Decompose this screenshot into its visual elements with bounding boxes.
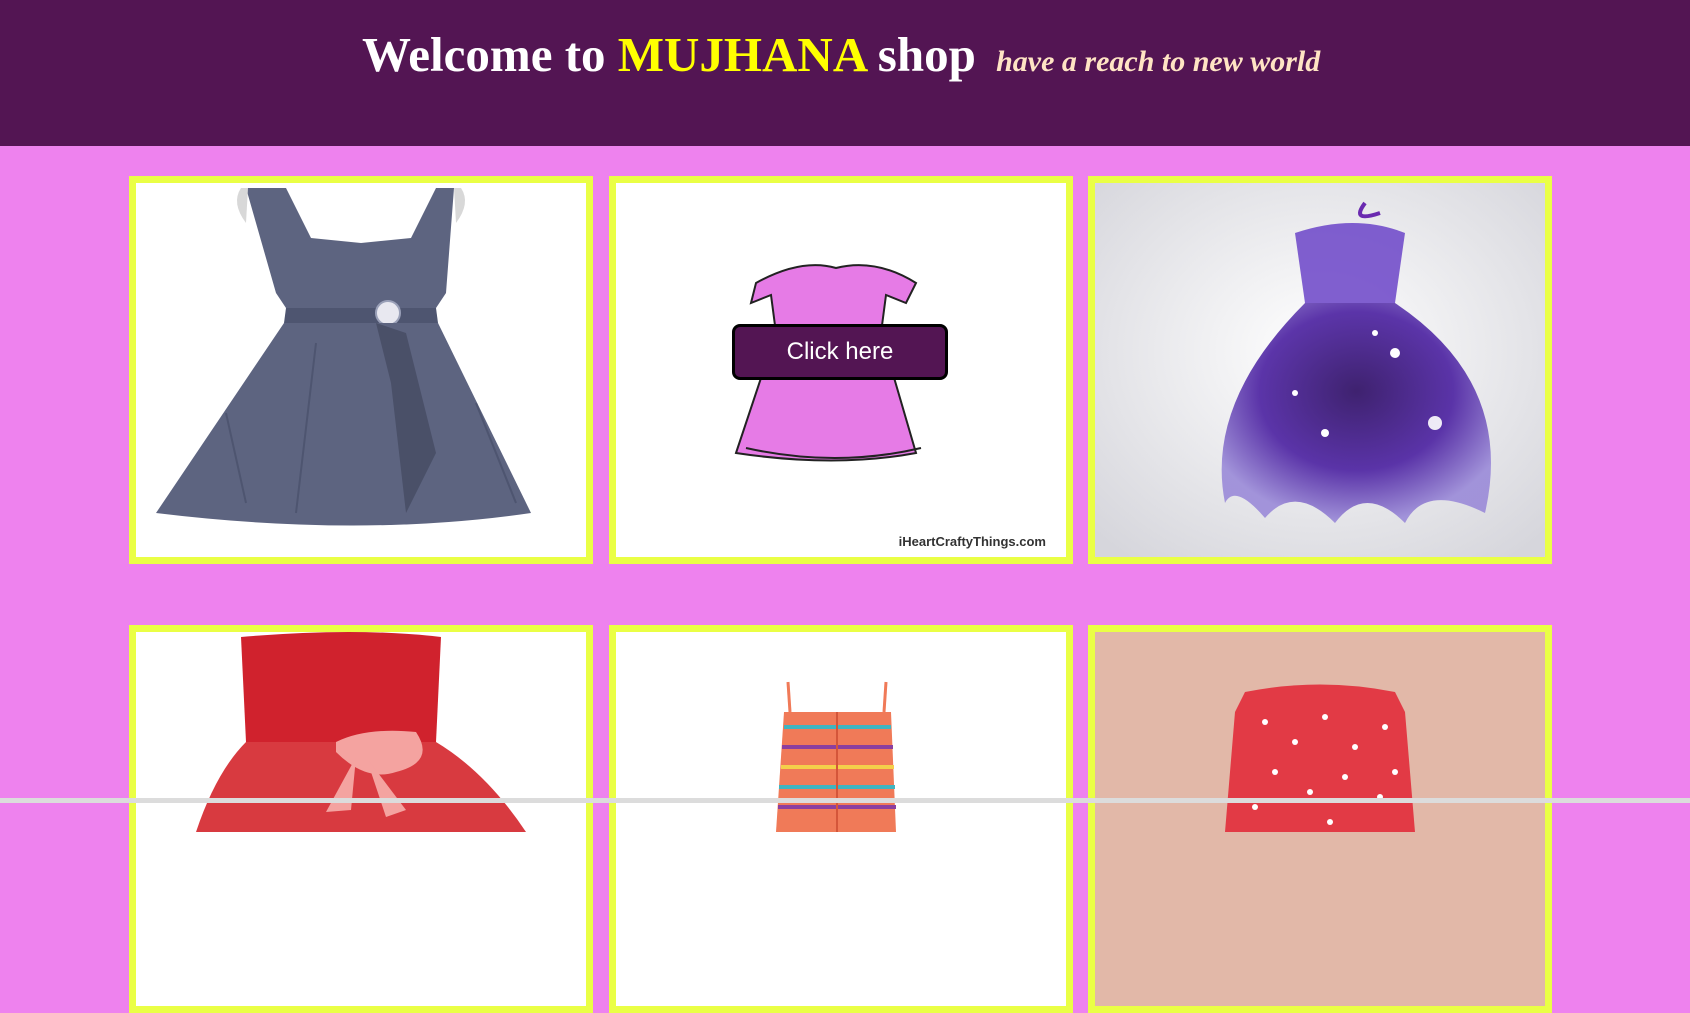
product-card-purple-dress[interactable] — [1088, 176, 1552, 564]
product-card-striped-dress[interactable] — [609, 625, 1073, 1013]
product-card-polka-dress[interactable] — [1088, 625, 1552, 1013]
welcome-text: Welcome to — [362, 27, 606, 82]
site-header: Welcome to MUJHANA shop have a reach to … — [0, 0, 1690, 146]
watermark-text: iHeartCraftyThings.com — [898, 534, 1046, 549]
product-card-pink-dress[interactable]: Click here iHeartCraftyThings.com — [609, 176, 1073, 564]
bottom-scrollbar[interactable] — [0, 798, 1690, 803]
click-here-button[interactable]: Click here — [732, 324, 948, 380]
striped-dress-image — [616, 632, 1066, 1006]
shop-text: shop — [877, 27, 976, 82]
purple-dress-image — [1095, 183, 1545, 557]
grey-dress-image — [136, 183, 586, 557]
brand-name: MUJHANA — [617, 27, 866, 82]
red-bow-dress-image — [136, 632, 586, 1006]
product-card-red-bow-dress[interactable] — [129, 625, 593, 1013]
polka-dress-image — [1095, 632, 1545, 1006]
site-title: Welcome to MUJHANA shop have a reach to … — [362, 24, 1320, 93]
product-card-grey-dress[interactable] — [129, 176, 593, 564]
tagline: have a reach to new world — [996, 45, 1321, 78]
